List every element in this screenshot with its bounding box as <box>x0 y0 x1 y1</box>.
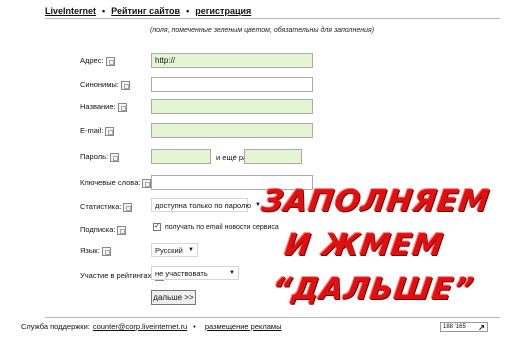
title-field[interactable] <box>151 99 313 114</box>
top-divider <box>45 18 500 19</box>
breadcrumb-separator: • <box>186 6 190 16</box>
keywords-label: Ключевые слова: <box>80 178 152 188</box>
next-button[interactable]: дальше >> <box>151 290 196 305</box>
breadcrumb-rating-link[interactable]: Рейтинг сайтов <box>111 6 180 16</box>
subscribe-checkbox[interactable]: ✓ <box>153 223 161 231</box>
help-icon[interactable] <box>117 102 127 112</box>
overlay-line-and-press: И ЖМЕМ <box>282 228 446 263</box>
chevron-down-icon: ▼ <box>255 202 261 208</box>
help-icon[interactable] <box>110 152 120 162</box>
title-label: Название: <box>80 102 127 112</box>
statistics-label: Статистика: <box>80 202 133 212</box>
support-label: Служба поддержки: <box>21 322 90 331</box>
subscribe-label: Подписка: <box>80 225 127 235</box>
breadcrumb-separator: • <box>102 6 106 16</box>
help-icon[interactable] <box>120 80 130 90</box>
bottom-divider <box>45 317 500 318</box>
statistics-select[interactable]: доступна только по паролю ▼ <box>151 198 261 212</box>
address-field[interactable] <box>151 53 313 68</box>
email-field[interactable] <box>151 123 313 138</box>
help-icon[interactable] <box>105 126 115 136</box>
arrow-icon: ↗ <box>478 322 485 332</box>
help-icon[interactable] <box>101 246 111 256</box>
language-label: Язык: <box>80 246 111 256</box>
password-label: Пароль: <box>80 152 120 162</box>
ratings-select[interactable]: не участвовать ▼ <box>151 266 239 280</box>
overlay-line-fill: ЗАПОЛНЯЕМ <box>259 184 493 219</box>
synonyms-label: Синонимы: <box>80 80 130 90</box>
breadcrumb: LiveInternet • Рейтинг сайтов • регистра… <box>45 5 251 17</box>
chevron-down-icon: ▼ <box>188 247 194 253</box>
address-label: Адрес: <box>80 56 115 66</box>
email-label: E-mail: <box>80 126 115 136</box>
password-field[interactable] <box>151 149 211 164</box>
required-fields-hint: (поля, помеченные зеленым цветом, обязат… <box>150 27 375 34</box>
counter-value: 188 '165 <box>443 324 466 330</box>
breadcrumb-liveinternet-link[interactable]: LiveInternet <box>45 6 96 16</box>
ads-link[interactable]: размещение рекламы <box>205 322 282 331</box>
chevron-down-icon: ▼ <box>229 270 235 276</box>
synonyms-field[interactable] <box>151 77 313 92</box>
help-icon[interactable] <box>123 202 133 212</box>
language-select[interactable]: Русский ▼ <box>151 243 198 257</box>
footer-separator: • <box>193 322 196 331</box>
support-email-link[interactable]: counter@corp.liveinternet.ru <box>93 322 187 331</box>
password-confirm-field[interactable] <box>244 149 302 164</box>
liveinternet-counter[interactable]: 188 '165 ↗ <box>440 322 488 332</box>
help-icon[interactable] <box>117 225 127 235</box>
help-icon[interactable] <box>105 56 115 66</box>
breadcrumb-registration-link[interactable]: регистрация <box>195 6 251 16</box>
footer: Служба поддержки: counter@corp.liveinter… <box>21 322 281 331</box>
subscribe-text: получать по email новости сервиса <box>165 224 279 231</box>
overlay-line-next: “ДАЛЬШЕ” <box>269 272 477 307</box>
